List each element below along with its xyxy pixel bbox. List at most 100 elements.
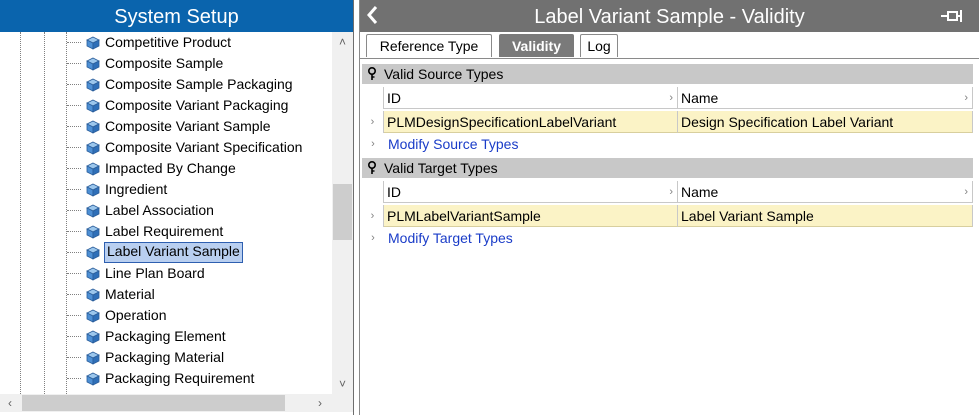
section-title: Valid Target Types — [384, 160, 498, 176]
tab-validity[interactable]: Validity — [499, 34, 574, 57]
tab-reference-type[interactable]: Reference Type — [366, 34, 492, 57]
tree-item[interactable]: Packaging Requirement — [66, 368, 332, 389]
scrollbar-corner — [332, 394, 353, 412]
chevron-left-icon — [367, 6, 378, 24]
tree-item[interactable]: Competitive Product — [66, 32, 332, 53]
cube-type-icon — [86, 267, 100, 281]
column-header-name[interactable]: Name › — [678, 87, 973, 109]
tree-item-label: Label Requirement — [105, 223, 224, 239]
tree-vertical-scrollbar[interactable]: ˄ ˅ — [332, 32, 353, 394]
chevron-right-icon: › — [669, 92, 673, 104]
tree-item[interactable]: Packaging Material — [66, 347, 332, 368]
tree-item-label: Composite Variant Packaging — [105, 97, 289, 113]
cube-type-icon — [86, 204, 100, 218]
column-header-id[interactable]: ID › — [384, 181, 678, 203]
column-header-id[interactable]: ID › — [384, 87, 678, 109]
tree-horizontal-scrollbar[interactable]: ‹ › — [0, 394, 332, 412]
tab-divider — [360, 58, 979, 59]
cube-type-icon — [86, 330, 100, 344]
scroll-thumb[interactable] — [333, 184, 352, 240]
tree-item-label: Composite Variant Sample — [105, 118, 271, 134]
target-column-headers: ID › Name › — [362, 181, 973, 203]
tree-item-label: Label Association — [105, 202, 214, 218]
tree-item[interactable]: Ingredient — [66, 179, 332, 200]
cube-type-icon — [86, 120, 100, 134]
tree-item[interactable]: Composite Sample Packaging — [66, 74, 332, 95]
source-column-headers: ID › Name › — [362, 87, 973, 109]
cube-type-icon — [86, 288, 100, 302]
back-button[interactable] — [365, 4, 383, 28]
tree-item-label: Material — [105, 286, 155, 302]
cube-type-icon — [86, 162, 100, 176]
validity-title: Label Variant Sample - Validity — [360, 0, 979, 32]
cube-type-icon — [86, 183, 100, 197]
scroll-down-icon[interactable]: ˅ — [332, 374, 353, 394]
modify-source-row: › Modify Source Types — [362, 133, 973, 155]
tree-item[interactable]: Composite Variant Sample — [66, 116, 332, 137]
cube-type-icon — [86, 225, 100, 239]
modify-source-types-link[interactable]: Modify Source Types — [388, 133, 518, 155]
table-row[interactable]: › PLMLabelVariantSample Label Variant Sa… — [362, 205, 973, 227]
tab-log[interactable]: Log — [580, 34, 618, 57]
scroll-up-icon[interactable]: ˄ — [332, 32, 353, 52]
scroll-thumb[interactable] — [22, 395, 285, 411]
cell-name[interactable]: Label Variant Sample — [678, 205, 973, 227]
cube-type-icon — [86, 78, 100, 92]
cube-type-icon — [86, 99, 100, 113]
modify-target-types-link[interactable]: Modify Target Types — [388, 227, 513, 249]
tree-item[interactable]: Packaging Element — [66, 326, 332, 347]
source-types-header: Valid Source Types — [362, 64, 973, 84]
row-gutter — [362, 87, 384, 109]
tree-item-label: Operation — [105, 307, 167, 323]
tree-item-label: Competitive Product — [105, 34, 232, 50]
pin-icon — [941, 10, 962, 22]
chevron-right-icon: › — [669, 186, 673, 198]
row-expand-icon[interactable]: › — [362, 111, 384, 133]
tree-item-selected[interactable]: Label Variant Sample — [66, 242, 332, 263]
key-icon — [368, 161, 376, 174]
chevron-right-icon: › — [964, 186, 968, 198]
cell-name[interactable]: Design Specification Label Variant — [678, 111, 973, 133]
column-header-name[interactable]: Name › — [678, 181, 973, 203]
cube-type-icon — [86, 246, 100, 260]
chevron-right-icon: › — [964, 92, 968, 104]
modify-target-row: › Modify Target Types — [362, 227, 973, 249]
scroll-left-icon[interactable]: ‹ — [0, 394, 20, 412]
tree-item[interactable]: Composite Variant Packaging — [66, 95, 332, 116]
pin-button[interactable] — [940, 8, 966, 24]
key-icon — [368, 67, 376, 80]
tree-item-label: Packaging Element — [105, 328, 226, 344]
cube-type-icon — [86, 57, 100, 71]
scroll-right-icon[interactable]: › — [310, 394, 330, 412]
tree-item[interactable]: Label Requirement — [66, 221, 332, 242]
cube-type-icon — [86, 372, 100, 386]
tree-item-label: Composite Variant Specification — [105, 139, 303, 155]
tree-item[interactable]: Impacted By Change — [66, 158, 332, 179]
system-setup-title: System Setup — [0, 0, 353, 32]
tree-item[interactable]: Line Plan Board — [66, 263, 332, 284]
section-title: Valid Source Types — [384, 66, 504, 82]
cube-type-icon — [86, 141, 100, 155]
tree-guide-line — [44, 32, 45, 394]
tree-item-label: Impacted By Change — [105, 160, 236, 176]
tree-item[interactable]: Composite Sample — [66, 53, 332, 74]
tree-item[interactable]: Composite Variant Specification — [66, 137, 332, 158]
cell-id[interactable]: PLMDesignSpecificationLabelVariant — [384, 111, 678, 133]
tree-item-label: Label Variant Sample — [104, 242, 243, 263]
tree-item-label: Ingredient — [105, 181, 168, 197]
cell-id[interactable]: PLMLabelVariantSample — [384, 205, 678, 227]
cube-type-icon — [86, 351, 100, 365]
type-tree[interactable]: Competitive Product Composite Sample Com… — [0, 32, 332, 394]
chevron-right-icon: › — [362, 227, 384, 249]
row-expand-icon[interactable]: › — [362, 205, 384, 227]
tree-item[interactable]: Material — [66, 284, 332, 305]
table-row[interactable]: › PLMDesignSpecificationLabelVariant Des… — [362, 111, 973, 133]
tree-item-label: Packaging Material — [105, 349, 225, 365]
tree-item-label: Packaging Requirement — [105, 370, 255, 386]
cube-type-icon — [86, 309, 100, 323]
validity-panel: Label Variant Sample - Validity Referenc… — [359, 0, 979, 415]
tree-item-label: Line Plan Board — [105, 265, 205, 281]
tree-item[interactable]: Operation — [66, 305, 332, 326]
system-setup-panel: System Setup Competitive Product Composi… — [0, 0, 354, 415]
tree-item[interactable]: Label Association — [66, 200, 332, 221]
